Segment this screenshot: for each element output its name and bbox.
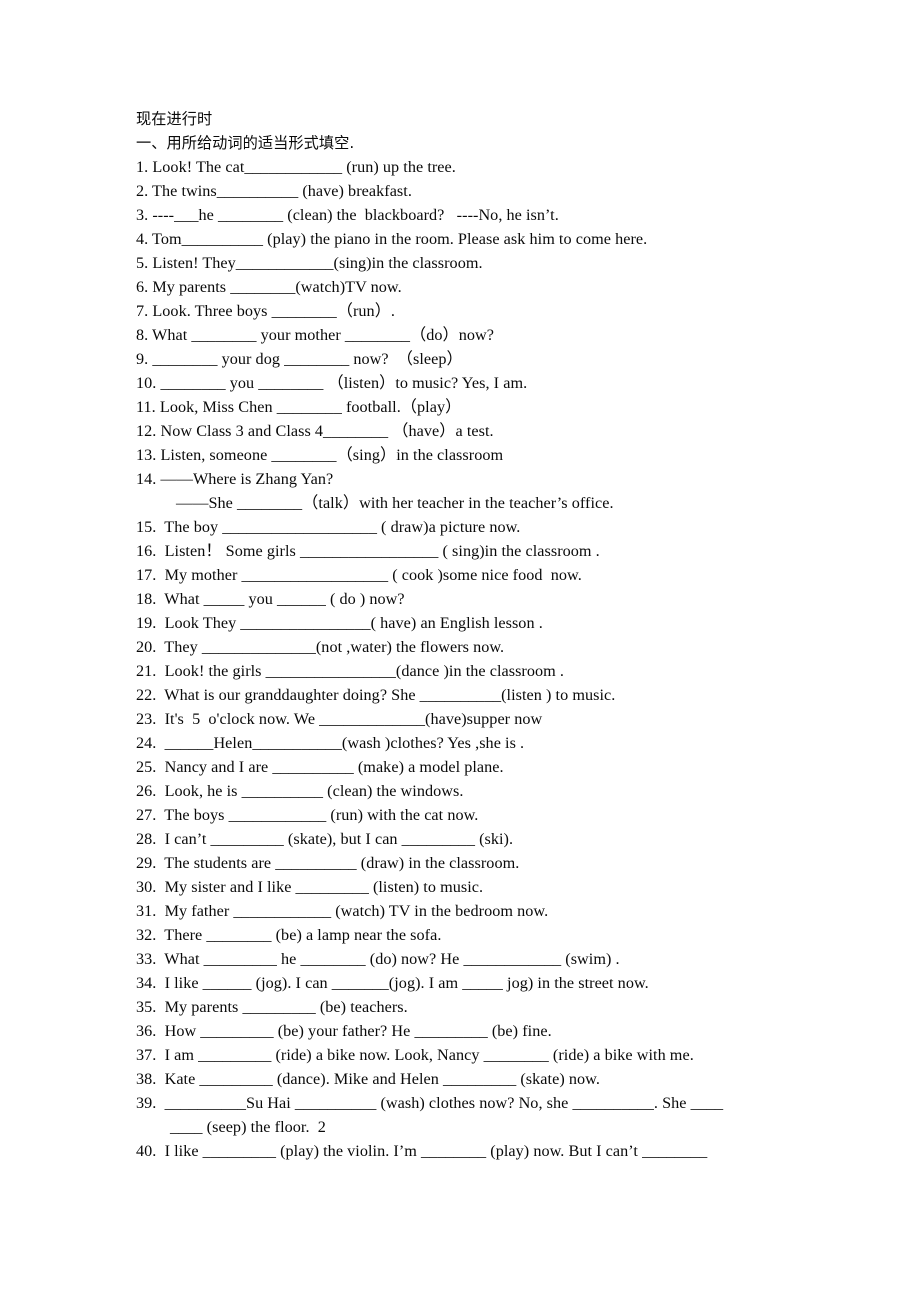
question-item-5: 5. Listen! They____________(sing)in the … — [136, 254, 483, 272]
question-item-13: 13. Listen, someone ________（sing）in the… — [136, 446, 504, 464]
document-page: 现在进行时 一、用所给动词的适当形式填空. 1. Look! The cat__… — [0, 0, 920, 1302]
question-item-21: 21. Look! the girls ________________(dan… — [136, 662, 564, 680]
question-item-15: 15. The boy ___________________ ( draw)a… — [136, 518, 521, 536]
question-item-28: 28. I can’t _________ (skate), but I can… — [136, 830, 514, 848]
question-item-26: 26. Look, he is __________ (clean) the w… — [136, 782, 464, 800]
question-item-30: 30. My sister and I like _________ (list… — [136, 878, 484, 896]
question-item-1: 1. Look! The cat____________ (run) up th… — [136, 158, 456, 176]
question-item-23: 23. It's 5 o'clock now. We _____________… — [136, 710, 543, 728]
question-item-38: 38. Kate _________ (dance). Mike and Hel… — [136, 1070, 600, 1088]
question-item-33: 33. What _________ he ________ (do) now?… — [136, 950, 620, 968]
question-item-32: 32. There ________ (be) a lamp near the … — [136, 926, 442, 944]
question-item-18: 18. What _____ you ______ ( do ) now? — [136, 590, 405, 608]
question-item-24: 24. ______Helen___________(wash )clothes… — [136, 734, 525, 752]
question-item-39-continuation: ____ (seep) the floor. 2 — [170, 1118, 326, 1136]
question-item-19: 19. Look They ________________( have) an… — [136, 614, 543, 632]
question-item-25: 25. Nancy and I are __________ (make) a … — [136, 758, 504, 776]
question-item-17: 17. My mother __________________ ( cook … — [136, 566, 582, 584]
exercise-instruction: 一、用所给动词的适当形式填空. — [136, 134, 355, 152]
question-item-34: 34. I like ______ (jog). I can _______(j… — [136, 974, 649, 992]
worksheet-body: 现在进行时 一、用所给动词的适当形式填空. 1. Look! The cat__… — [136, 107, 896, 1163]
question-item-8: 8. What ________ your mother ________（do… — [136, 326, 495, 344]
question-item-9: 9. ________ your dog ________ now? （slee… — [136, 350, 463, 368]
question-item-39: 39. __________Su Hai __________ (wash) c… — [136, 1094, 724, 1112]
question-item-22: 22. What is our granddaughter doing? She… — [136, 686, 616, 704]
question-item-20: 20. They ______________(not ,water) the … — [136, 638, 505, 656]
question-item-12: 12. Now Class 3 and Class 4________ （hav… — [136, 422, 494, 440]
question-item-3: 3. ----___he ________ (clean) the blackb… — [136, 206, 559, 224]
question-item-7: 7. Look. Three boys ________（run）. — [136, 302, 396, 320]
question-item-16: 16. Listen！ Some girls _________________… — [136, 542, 600, 560]
question-item-36: 36. How _________ (be) your father? He _… — [136, 1022, 552, 1040]
question-item-14: 14. ——Where is Zhang Yan? — [136, 470, 334, 488]
question-item-40: 40. I like _________ (play) the violin. … — [136, 1142, 708, 1160]
document-title: 现在进行时 — [136, 110, 213, 128]
question-item-27: 27. The boys ____________ (run) with the… — [136, 806, 479, 824]
question-item-10: 10. ________ you ________ （listen）to mus… — [136, 374, 528, 392]
question-item-37: 37. I am _________ (ride) a bike now. Lo… — [136, 1046, 694, 1064]
question-item-11: 11. Look, Miss Chen ________ football.（p… — [136, 398, 462, 416]
question-item-29: 29. The students are __________ (draw) i… — [136, 854, 520, 872]
question-item-4: 4. Tom__________ (play) the piano in the… — [136, 230, 648, 248]
question-item-31: 31. My father ____________ (watch) TV in… — [136, 902, 549, 920]
question-item-2: 2. The twins__________ (have) breakfast. — [136, 182, 412, 200]
question-item-6: 6. My parents ________(watch)TV now. — [136, 278, 402, 296]
question-item-35: 35. My parents _________ (be) teachers. — [136, 998, 408, 1016]
question-item-14-answer-line: ——She ________（talk）with her teacher in … — [176, 494, 614, 512]
